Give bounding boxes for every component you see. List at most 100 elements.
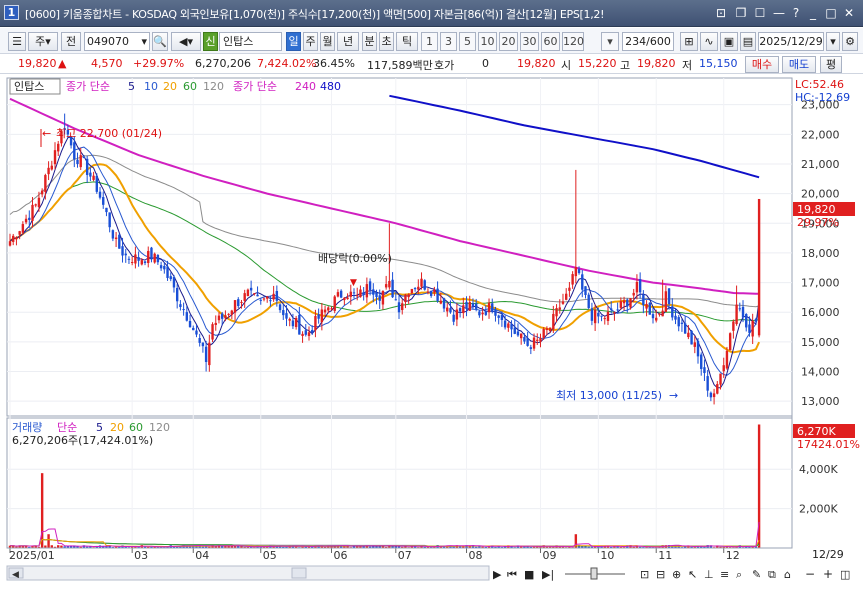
candle-body (111, 230, 115, 239)
minimize-icon[interactable]: — (771, 5, 787, 21)
interval-5[interactable]: 5 (459, 32, 476, 51)
cross-icon[interactable]: ⊕ (672, 568, 681, 581)
stop-icon[interactable]: ■ (524, 568, 534, 581)
period-tick-tab[interactable]: 틱 (396, 32, 418, 51)
scroll-bar[interactable]: ◀ (6, 565, 490, 581)
interval-dropdown[interactable]: ▾ (601, 32, 619, 51)
interval-1[interactable]: 1 (421, 32, 438, 51)
buy-button[interactable]: 매수 (745, 56, 779, 73)
candle-body (198, 338, 201, 343)
interval-3[interactable]: 3 (440, 32, 457, 51)
interval-120[interactable]: 120 (562, 32, 584, 51)
candle-body (275, 290, 279, 301)
play-icon[interactable]: ▶ (493, 568, 502, 581)
legend-ma480: 480 (320, 80, 341, 93)
current-price: 19,820 (18, 57, 57, 70)
layout-icon[interactable]: ⊡ (640, 568, 649, 581)
candle-body (426, 291, 430, 293)
candle-body (510, 324, 513, 330)
zoom-in-icon[interactable]: + (823, 567, 833, 581)
candle-body (564, 293, 568, 300)
forward-icon[interactable]: ▶| (542, 568, 554, 581)
candle-body (79, 155, 82, 168)
candle-body (719, 373, 722, 385)
high-label: 고 (620, 59, 631, 72)
sound-icon[interactable]: ◀▾ (171, 32, 201, 51)
period-minute-tab[interactable]: 분 (362, 32, 377, 51)
split-icon[interactable]: ⊟ (656, 568, 665, 581)
interval-30[interactable]: 30 (520, 32, 539, 51)
interval-10[interactable]: 10 (478, 32, 497, 51)
candle-body (458, 308, 462, 312)
candle-body (150, 247, 153, 260)
rewind-icon[interactable]: ⏮ (507, 568, 517, 581)
draw-icon[interactable]: ✎ (752, 568, 761, 581)
tag-icon[interactable]: ⌂ (784, 568, 791, 581)
interval-60[interactable]: 60 (541, 32, 560, 51)
candle-body (179, 304, 182, 308)
candle-body (757, 198, 761, 336)
candle-body (497, 315, 500, 318)
bar-count-field[interactable]: 234/600 (622, 32, 674, 51)
eval-button[interactable]: 평 (820, 56, 842, 73)
link-icon[interactable]: ⊡ (713, 5, 729, 21)
stock-chart[interactable]: 13,00014,00015,00016,00017,00018,00019,0… (0, 75, 863, 589)
period-second-tab[interactable]: 초 (379, 32, 394, 51)
search-icon[interactable]: 🔍 (152, 32, 168, 51)
candle-body (503, 320, 507, 328)
side-select[interactable]: 주▾ (28, 32, 58, 51)
date-dropdown-icon[interactable]: ▾ (826, 32, 840, 51)
close-icon[interactable]: ✕ (841, 5, 857, 21)
trend-icon[interactable]: ⊥ (704, 568, 714, 581)
maximize-icon[interactable]: □ (823, 5, 839, 21)
x-tick-label: 2025/01 (9, 549, 55, 562)
candle-body (516, 331, 520, 336)
candle-body (442, 298, 446, 309)
more-icon[interactable]: ◫ (840, 568, 850, 581)
window-minimize-icon[interactable]: _ (805, 5, 821, 21)
candle-body (240, 301, 243, 303)
network-icon[interactable]: ⊞ (680, 32, 698, 51)
fibonacci-icon[interactable]: ≡ (720, 568, 729, 581)
date-field[interactable]: 2025/12/29 (758, 32, 824, 51)
copy-icon[interactable]: ⧉ (768, 568, 776, 581)
candle-body (552, 313, 555, 330)
up-arrow-icon: ▲ (58, 57, 67, 70)
candle-body (381, 290, 385, 305)
x-tick-label: 10 (600, 549, 614, 562)
help-icon[interactable]: ? (788, 5, 804, 21)
candle-body (249, 287, 253, 291)
period-day-tab[interactable]: 일 (286, 32, 301, 51)
save-icon[interactable]: ▣ (720, 32, 738, 51)
magnifier-icon[interactable]: ⌕ (736, 568, 742, 581)
restore-icon[interactable]: ❐ (733, 5, 749, 21)
zoom-slider-thumb[interactable] (590, 567, 598, 580)
candle-body (73, 142, 76, 160)
stock-code-input[interactable]: 049070 ▾ (84, 32, 150, 51)
sell-button[interactable]: 매도 (782, 56, 816, 73)
indicator-icon[interactable]: ∿ (700, 32, 718, 51)
quote-info-bar: 19,820 ▲ 4,570 +29.97% 6,270,206 7,424.0… (0, 55, 863, 74)
period-week-tab[interactable]: 주 (303, 32, 318, 51)
menu-icon[interactable]: ☰ (8, 32, 26, 51)
stock-name-field[interactable]: 인탑스 (219, 32, 282, 51)
legend-ma20: 20 (163, 80, 177, 93)
candle-body (494, 309, 497, 316)
candle-body (738, 308, 742, 310)
candle-body (616, 309, 619, 311)
hoga-price: 19,820 (517, 57, 556, 70)
side-toggle[interactable]: 전 (61, 32, 81, 51)
candle-body (417, 286, 420, 290)
candle-body (526, 338, 529, 346)
cursor-icon[interactable]: ↖ (688, 568, 697, 581)
pin-icon[interactable]: ☐ (752, 5, 768, 21)
price-tick-label: 20,000 (801, 188, 840, 201)
settings-icon[interactable]: ⚙ (842, 32, 858, 51)
period-month-tab[interactable]: 월 (320, 32, 335, 51)
scroll-left-icon[interactable]: ◀ (12, 570, 19, 580)
hc-label: HC:-12.69 (795, 91, 850, 104)
interval-20[interactable]: 20 (499, 32, 518, 51)
calendar-icon[interactable]: ▤ (740, 32, 756, 51)
zoom-out-icon[interactable]: − (805, 567, 815, 581)
period-year-tab[interactable]: 년 (337, 32, 359, 51)
